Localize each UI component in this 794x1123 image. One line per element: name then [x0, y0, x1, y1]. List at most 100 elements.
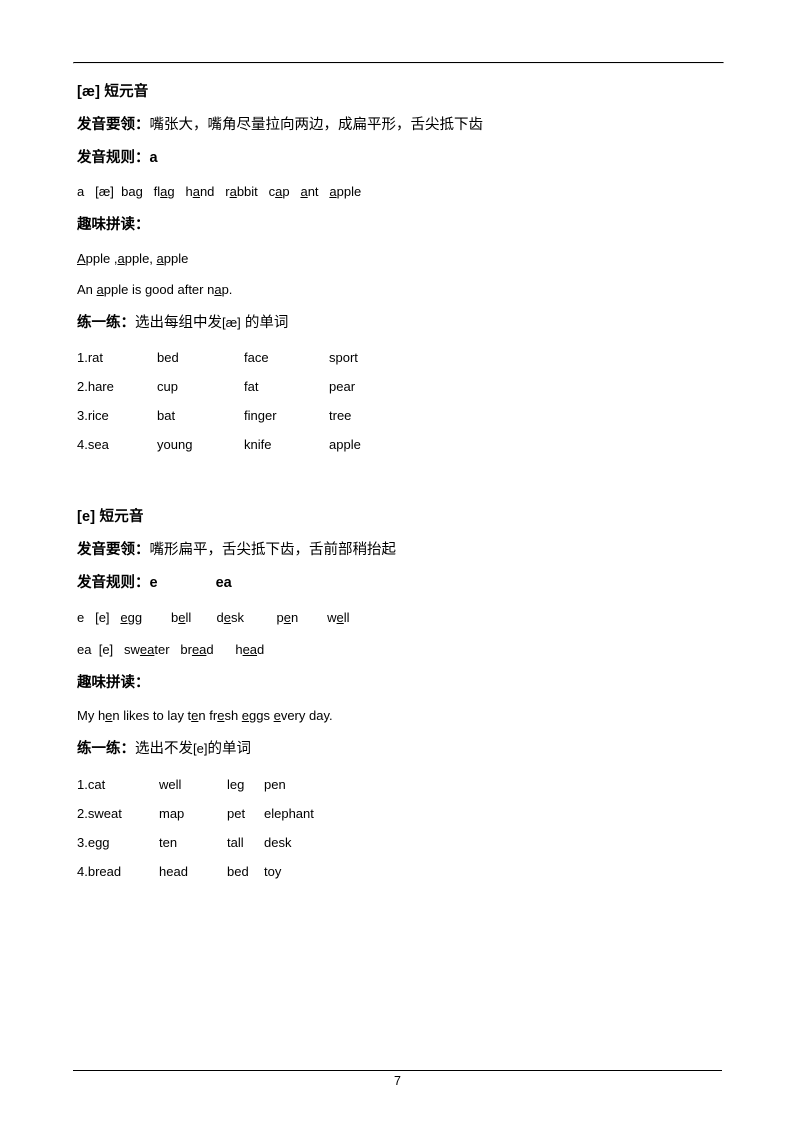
- practice-ipa-e: [e]: [193, 740, 208, 756]
- exercise-cell: 2.sweat: [77, 805, 122, 821]
- phoneme-heading-e: [e] 短元音: [77, 509, 144, 526]
- pronunciation-essentials-e: 发音要领：嘴形扁平，舌尖抵下齿，舌前部稍抬起: [77, 540, 722, 562]
- exercise-cell: bed: [157, 350, 179, 366]
- exercise-cell: desk: [264, 834, 292, 850]
- exercise-cell: 4.bread: [77, 863, 122, 879]
- word-bread: bread: [180, 642, 214, 657]
- rule-value-e: e: [149, 574, 158, 591]
- page-footer: 7: [73, 1070, 722, 1089]
- exercise-cell: bat: [157, 408, 176, 424]
- exercise-cell: 1.rat: [77, 350, 104, 366]
- fun-line-e-1: My hen likes to lay ten fresh eggs every…: [77, 708, 333, 724]
- pronunciation-rule-e: 发音规则：e ea: [77, 573, 722, 595]
- rule-label-e: 发音规则：: [77, 574, 150, 591]
- practice-label-ae: 练一练：: [77, 314, 135, 331]
- word-ant: ant: [300, 184, 319, 200]
- word-row-letters-ea: ea: [77, 642, 92, 657]
- pronunciation-essentials-ae: 发音要领：嘴张大，嘴角尽量拉向两边，成扁平形，舌尖抵下齿: [77, 115, 722, 137]
- exercise-cell: apple: [329, 437, 361, 453]
- exercise-cell: young: [157, 437, 193, 453]
- section-ae: [æ] 短元音 发音要领：嘴张大，嘴角尽量拉向两边，成扁平形，舌尖抵下齿 发音规…: [73, 82, 722, 459]
- table-row: 2.hare cup fat pear: [77, 372, 409, 401]
- practice-text-before-e: 选出不发: [135, 740, 193, 757]
- exercise-cell: knife: [244, 437, 272, 453]
- word-bag: bag: [121, 184, 143, 200]
- footer-rule: [73, 1070, 722, 1071]
- practice-heading-e: 练一练：选出不发[e]的单词: [77, 739, 722, 761]
- table-row: 3.egg ten tall desk: [77, 828, 344, 857]
- exercise-cell: bed: [227, 863, 249, 879]
- page-content: [æ] 短元音 发音要领：嘴张大，嘴角尽量拉向两边，成扁平形，舌尖抵下齿 发音规…: [73, 62, 724, 886]
- exercise-cell: fat: [244, 379, 259, 395]
- practice-text-after-ae: 的单词: [240, 314, 289, 331]
- word-egg: egg: [120, 609, 143, 625]
- exercise-cell: 2.hare: [77, 379, 114, 395]
- table-row: 2.sweat map pet elephant: [77, 799, 344, 828]
- word-row-ea: ea [e] sweater bread head: [77, 640, 722, 660]
- fun-line-ae-2: An apple is good after nap.: [77, 282, 233, 297]
- fun-line-ae-1: Apple ,apple, apple: [77, 250, 189, 266]
- word-desk: desk: [216, 609, 245, 625]
- exercise-cell: 4.sea: [77, 437, 109, 453]
- word-row-letters-e: e: [77, 609, 85, 625]
- pronunciation-rule-ae: 发音规则：a: [77, 148, 722, 170]
- exercise-cell: sport: [329, 350, 358, 366]
- word-rabbit: rabbit: [225, 184, 258, 200]
- word-row-ipa-ea: [e]: [98, 642, 114, 657]
- word-row-ipa-ae: [æ]: [95, 184, 114, 200]
- fun-reading-label-ae: 趣味拼读：: [77, 216, 150, 233]
- word-flag: flag: [153, 184, 175, 200]
- essentials-text-ae: 嘴张大，嘴角尽量拉向两边，成扁平形，舌尖抵下齿: [149, 116, 484, 133]
- rule-value-ea: ea: [215, 574, 232, 591]
- exercise-cell: 1.cat: [77, 776, 106, 792]
- table-row: 4.bread head bed toy: [77, 857, 344, 886]
- exercise-cell: elephant: [264, 805, 314, 821]
- practice-text-after-e: 的单词: [207, 740, 251, 757]
- exercise-cell: 3.egg: [77, 834, 110, 850]
- exercise-cell: ten: [159, 834, 178, 850]
- word-row-letters-ae: a: [77, 184, 85, 200]
- rule-value-ae: a: [149, 149, 158, 166]
- word-row-e: e [e] egg bell desk pen well: [77, 608, 722, 628]
- rule-label-ae: 发音规则：: [77, 149, 150, 166]
- exercise-table-e: 1.cat well leg pen 2.sweat map pet eleph…: [77, 770, 344, 886]
- practice-heading-ae: 练一练：选出每组中发[æ] 的单词: [77, 313, 722, 335]
- word-head: head: [235, 642, 265, 657]
- table-row: 1.rat bed face sport: [77, 343, 409, 372]
- table-row: 3.rice bat finger tree: [77, 401, 409, 430]
- word-pen: pen: [276, 609, 299, 625]
- exercise-cell: cup: [157, 379, 178, 395]
- practice-text-before-ae: 选出每组中发: [135, 314, 222, 331]
- word-hand: hand: [185, 184, 215, 200]
- phoneme-heading-ae: [æ] 短元音: [77, 84, 149, 100]
- exercise-cell: map: [159, 805, 185, 821]
- exercise-cell: pet: [227, 805, 246, 821]
- exercise-cell: 3.rice: [77, 408, 109, 424]
- exercise-cell: tree: [329, 408, 352, 424]
- header-rule: [73, 62, 724, 64]
- word-well: well: [327, 609, 350, 625]
- exercise-cell: finger: [244, 408, 277, 424]
- exercise-table-ae: 1.rat bed face sport 2.hare cup fat pear…: [77, 343, 409, 459]
- word-cap: cap: [268, 184, 290, 200]
- table-row: 1.cat well leg pen: [77, 770, 344, 799]
- exercise-cell: well: [159, 776, 182, 792]
- table-row: 4.sea young knife apple: [77, 430, 409, 459]
- essentials-label-ae: 发音要领：: [77, 116, 150, 133]
- exercise-cell: face: [244, 350, 269, 366]
- page-number: 7: [394, 1074, 401, 1088]
- word-row-ae: a [æ] bag flag hand rabbit cap ant apple: [77, 182, 722, 202]
- exercise-cell: tall: [227, 834, 244, 850]
- document-page: [æ] 短元音 发音要领：嘴张大，嘴角尽量拉向两边，成扁平形，舌尖抵下齿 发音规…: [0, 0, 794, 1123]
- word-sweater: sweater: [124, 642, 170, 657]
- word-row-ipa-e: [e]: [95, 609, 110, 625]
- word-apple: apple: [329, 184, 362, 200]
- word-bell: bell: [171, 609, 192, 625]
- fun-reading-label-e: 趣味拼读：: [77, 674, 150, 691]
- exercise-cell: pen: [264, 776, 286, 792]
- essentials-text-e: 嘴形扁平，舌尖抵下齿，舌前部稍抬起: [149, 542, 397, 558]
- exercise-cell: head: [159, 863, 188, 879]
- essentials-label-e: 发音要领：: [77, 542, 150, 558]
- exercise-cell: toy: [264, 863, 282, 879]
